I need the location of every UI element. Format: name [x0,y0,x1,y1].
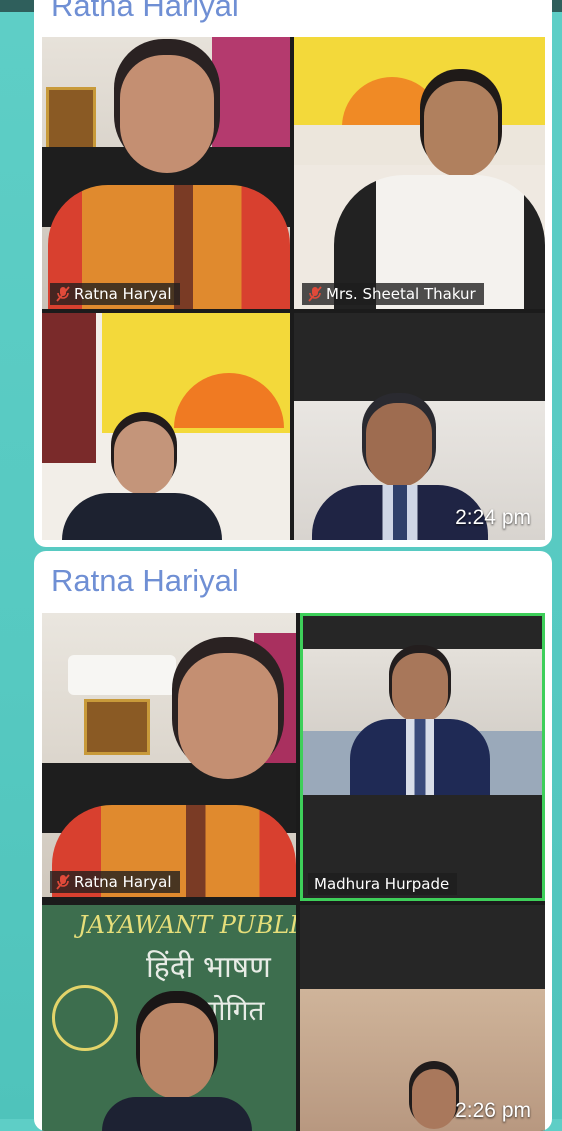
participant-name: Madhura Hurpade [314,875,450,893]
message-timestamp: 2:26 pm [455,1099,531,1122]
person-head [392,653,448,723]
person-head [412,1069,456,1129]
video-tile: Ratna Haryal [42,37,290,309]
chat-message-bubble[interactable]: Ratna Hariyal Ratna Haryal Mrs. Sheetal [34,0,552,547]
frame [46,87,96,155]
person-body [62,493,222,540]
video-tile-active-speaker: Madhura Hurpade [300,613,545,901]
chalkboard-text: हिंदी भाषण [146,950,271,985]
board [294,125,545,165]
muted-mic-icon [56,286,70,302]
person-body [102,1097,252,1131]
participant-label: Mrs. Sheetal Thakur [302,283,484,305]
video-tile: Mrs. Sheetal Thakur [294,37,545,309]
video-tile [42,313,290,540]
person-head [114,421,174,495]
person-head [366,403,432,487]
person-head [140,1003,214,1099]
participant-label: Madhura Hurpade [308,873,458,895]
person-head [178,653,278,779]
air-conditioner [68,655,176,695]
chalkboard-text: JAYAWANT PUBLIC [78,911,296,939]
participant-label: Ratna Haryal [50,283,180,305]
chalk-flower-drawing [52,985,118,1051]
participant-label: Ratna Haryal [50,871,180,893]
flower-decoration [42,313,96,463]
video-tile: Ratna Haryal [42,613,296,897]
screenshot-image[interactable]: Ratna Haryal Mrs. Sheetal Thakur 2:24 pm [42,37,545,540]
muted-mic-icon [56,874,70,890]
person-head [424,81,498,177]
participant-name: Ratna Haryal [74,873,172,891]
participant-name: Ratna Haryal [74,285,172,303]
person-body [350,719,490,795]
video-tile: JAYAWANT PUBLIC हिंदी भाषण योगित [42,905,296,1131]
frame [84,699,150,755]
video-tile [300,905,545,1131]
sender-name[interactable]: Ratna Hariyal [51,0,239,24]
sender-name[interactable]: Ratna Hariyal [51,563,239,599]
person-head [120,55,214,173]
participant-name: Mrs. Sheetal Thakur [326,285,476,303]
muted-mic-icon [308,286,322,302]
message-timestamp: 2:24 pm [455,506,531,529]
screenshot-image[interactable]: Ratna Haryal Madhura Hurpade JAYAWANT PU… [42,613,545,1131]
chat-message-bubble[interactable]: Ratna Hariyal Ratna Haryal Madhura Hurpa… [34,551,552,1131]
